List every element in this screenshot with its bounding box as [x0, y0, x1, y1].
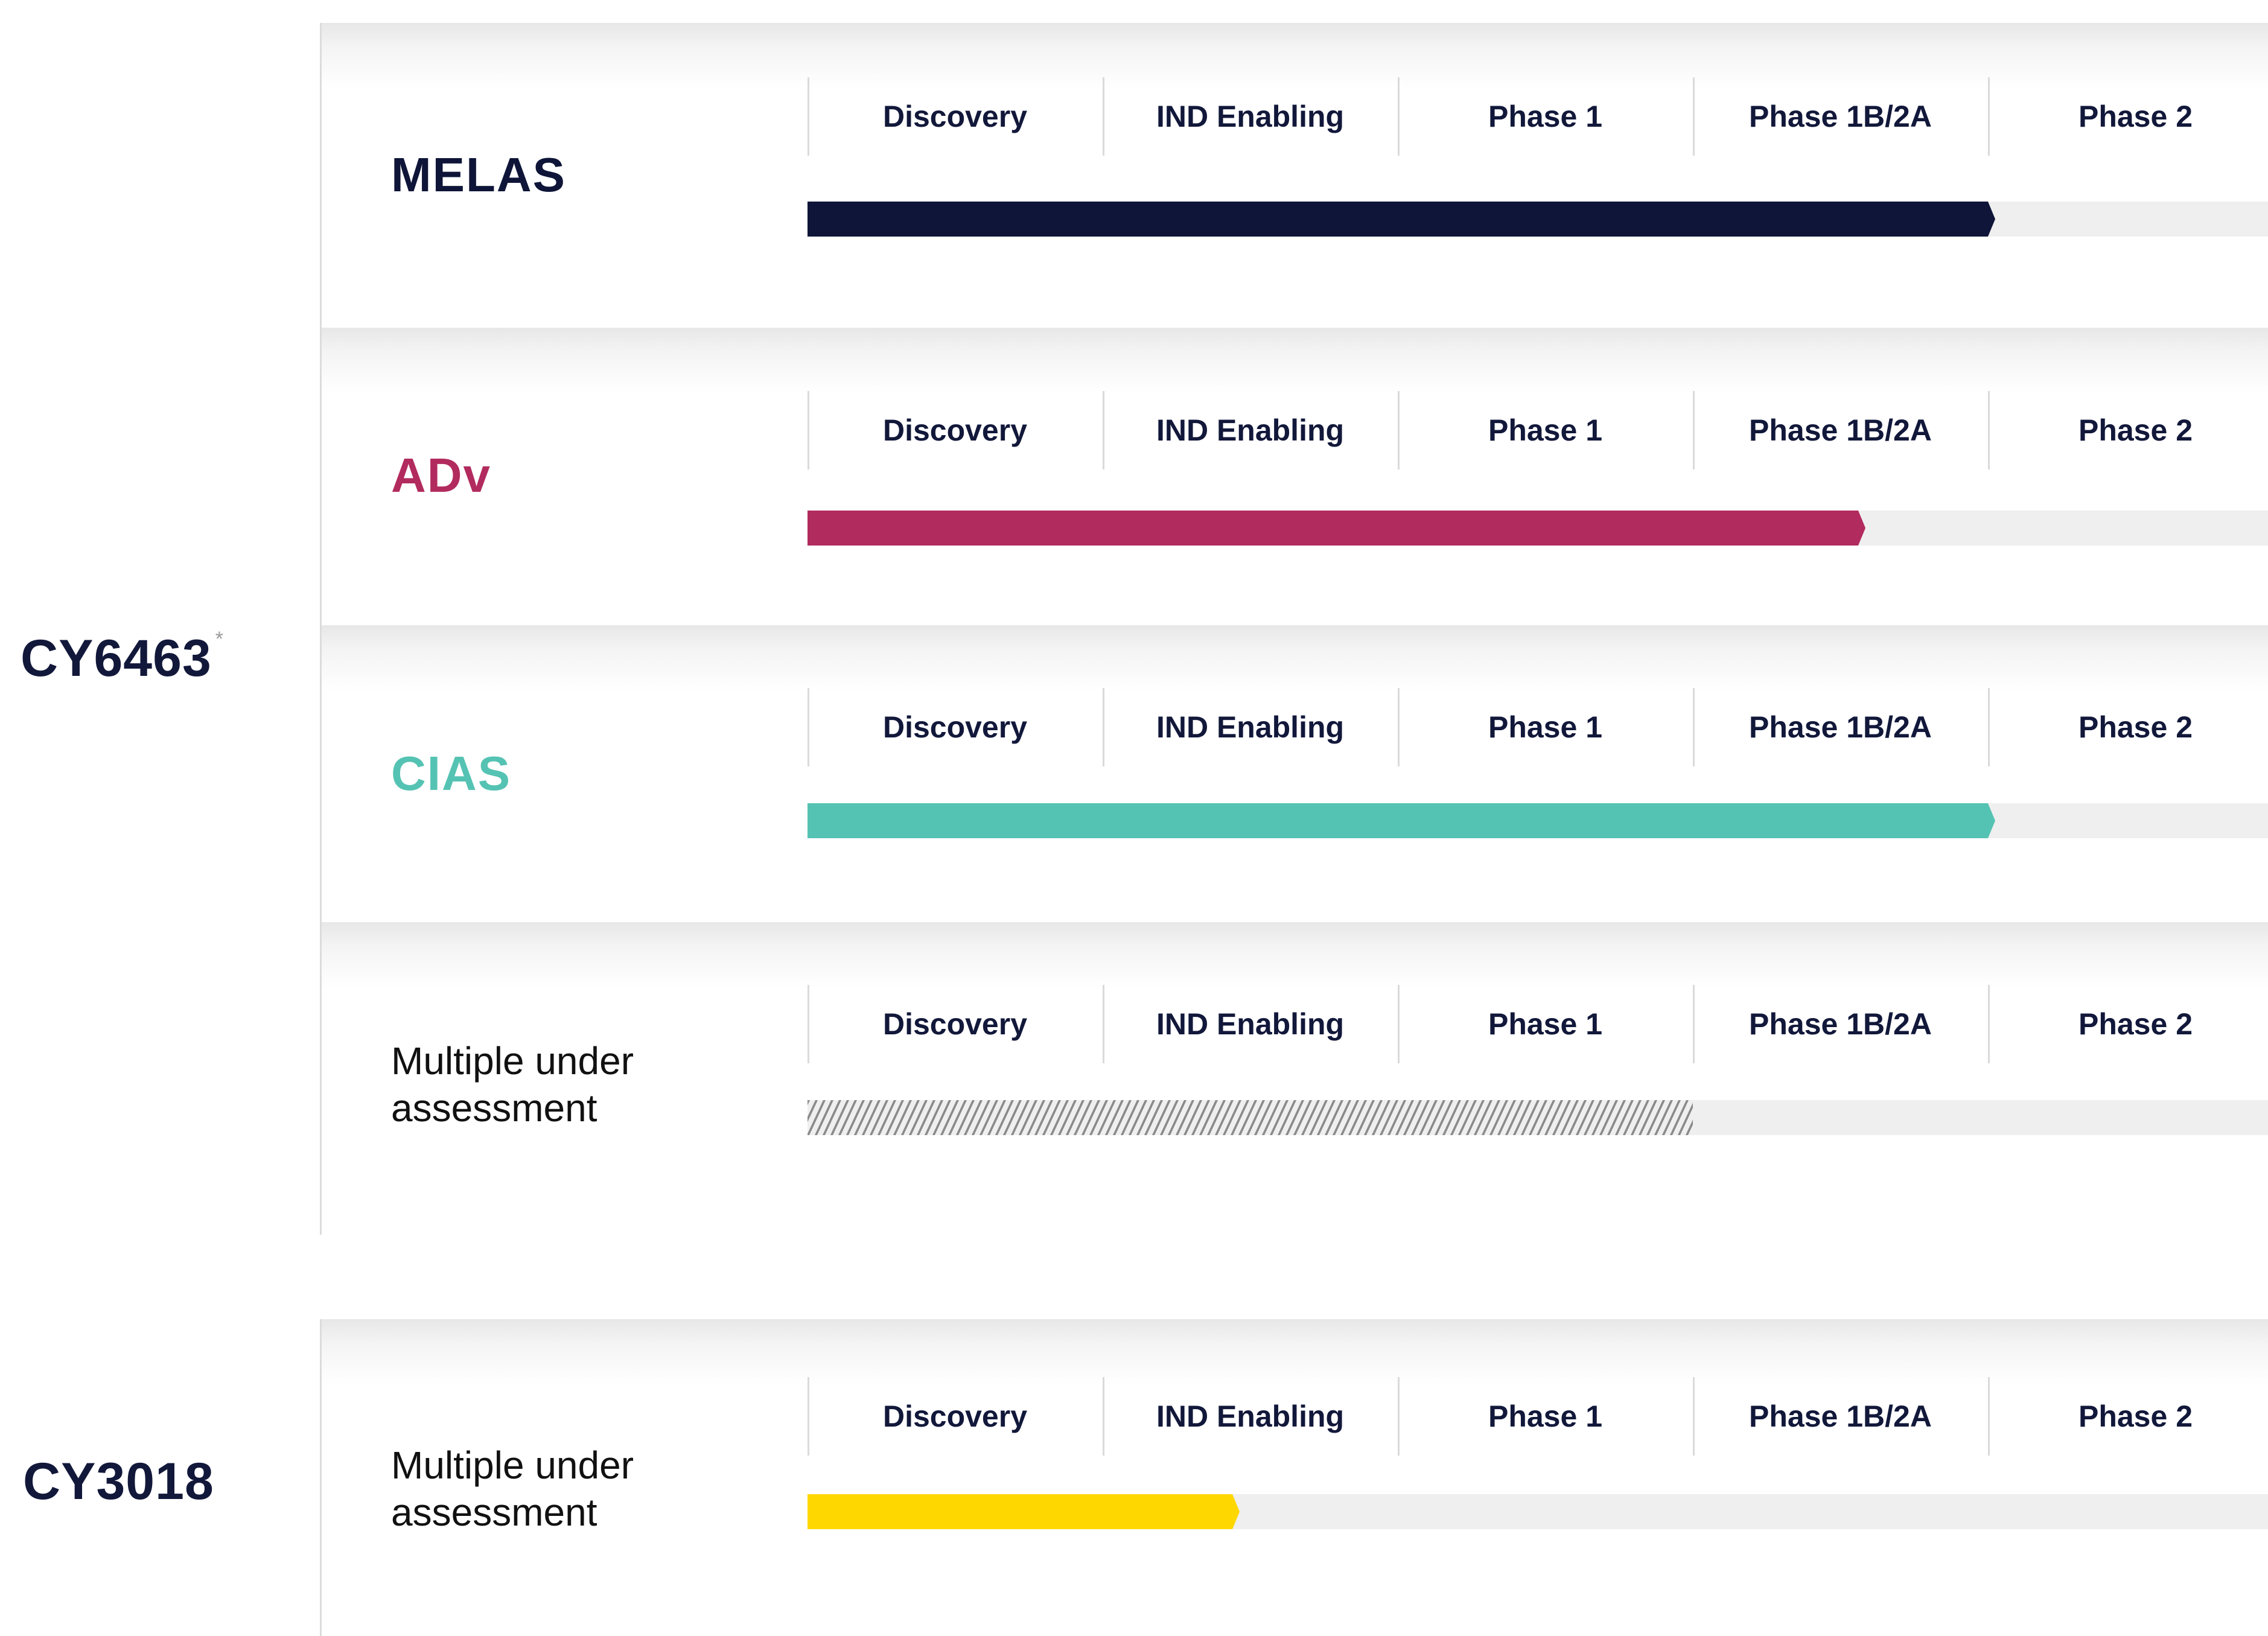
footnote-mark: *	[215, 628, 225, 651]
progress-bar	[807, 1494, 1240, 1529]
stage-label: IND Enabling	[1156, 710, 1345, 744]
stage-label: Phase 1B/2A	[1749, 710, 1932, 744]
pipeline-row: ADv	[322, 328, 2268, 625]
stage-label: Phase 1B/2A	[1749, 1007, 1932, 1041]
indication-label: ADv	[391, 448, 492, 502]
stage-label: Discovery	[882, 1399, 1028, 1433]
stage-label: Phase 2	[2078, 413, 2193, 447]
progress-bar	[807, 511, 1865, 546]
stage-label: Phase 1B/2A	[1749, 413, 1932, 447]
progress-bar-fill	[807, 803, 1995, 838]
stage-label: Phase 1	[1488, 710, 1602, 744]
stage-label: Discovery	[882, 413, 1028, 447]
program-name: CY6463	[21, 629, 212, 687]
stage-label: IND Enabling	[1156, 1007, 1345, 1041]
indication-label: CIAS	[391, 746, 512, 800]
stage-label: IND Enabling	[1156, 1399, 1345, 1433]
indication-label: MELAS	[391, 148, 566, 202]
stage-label: Discovery	[882, 710, 1028, 744]
stage-label: Discovery	[882, 1007, 1028, 1041]
stage-label: IND Enabling	[1156, 100, 1345, 133]
indication-label: Multiple under assessment	[391, 1443, 634, 1534]
stage-label: Phase 1	[1488, 100, 1602, 133]
pipeline-row: Multiple under assessment	[322, 1319, 2268, 1636]
indication-label: Multiple under assessment	[391, 1039, 634, 1130]
progress-bar	[807, 202, 1995, 237]
pipeline-row: MELAS	[322, 23, 2268, 328]
stage-label: Discovery	[882, 100, 1028, 133]
progress-bar-fill	[807, 1100, 1693, 1135]
progress-bar-fill	[807, 202, 1995, 237]
stage-label: Phase 1	[1488, 1399, 1602, 1433]
stage-label: Phase 2	[2078, 1399, 2193, 1433]
stage-label: IND Enabling	[1156, 413, 1345, 447]
pipeline-row: Multiple under assessment	[322, 922, 2268, 1235]
stage-label: Phase 1	[1488, 413, 1602, 447]
program-label-cy6463: CY6463 *	[21, 629, 224, 687]
stage-label: Phase 1B/2A	[1749, 100, 1932, 133]
program-name: CY3018	[23, 1453, 214, 1510]
stage-label: Phase 2	[2078, 1007, 2193, 1041]
progress-bar-fill	[807, 511, 1865, 546]
progress-bar-fill	[807, 1494, 1240, 1529]
program-label-cy3018: CY3018	[23, 1456, 214, 1507]
progress-bar	[807, 803, 1995, 838]
progress-bar	[807, 1100, 1693, 1135]
stage-label: Phase 1B/2A	[1749, 1399, 1932, 1433]
stage-label: Phase 2	[2078, 710, 2193, 744]
stage-label: Phase 1	[1488, 1007, 1602, 1041]
pipeline-row: CIAS	[322, 625, 2268, 922]
stage-label: Phase 2	[2078, 100, 2193, 133]
